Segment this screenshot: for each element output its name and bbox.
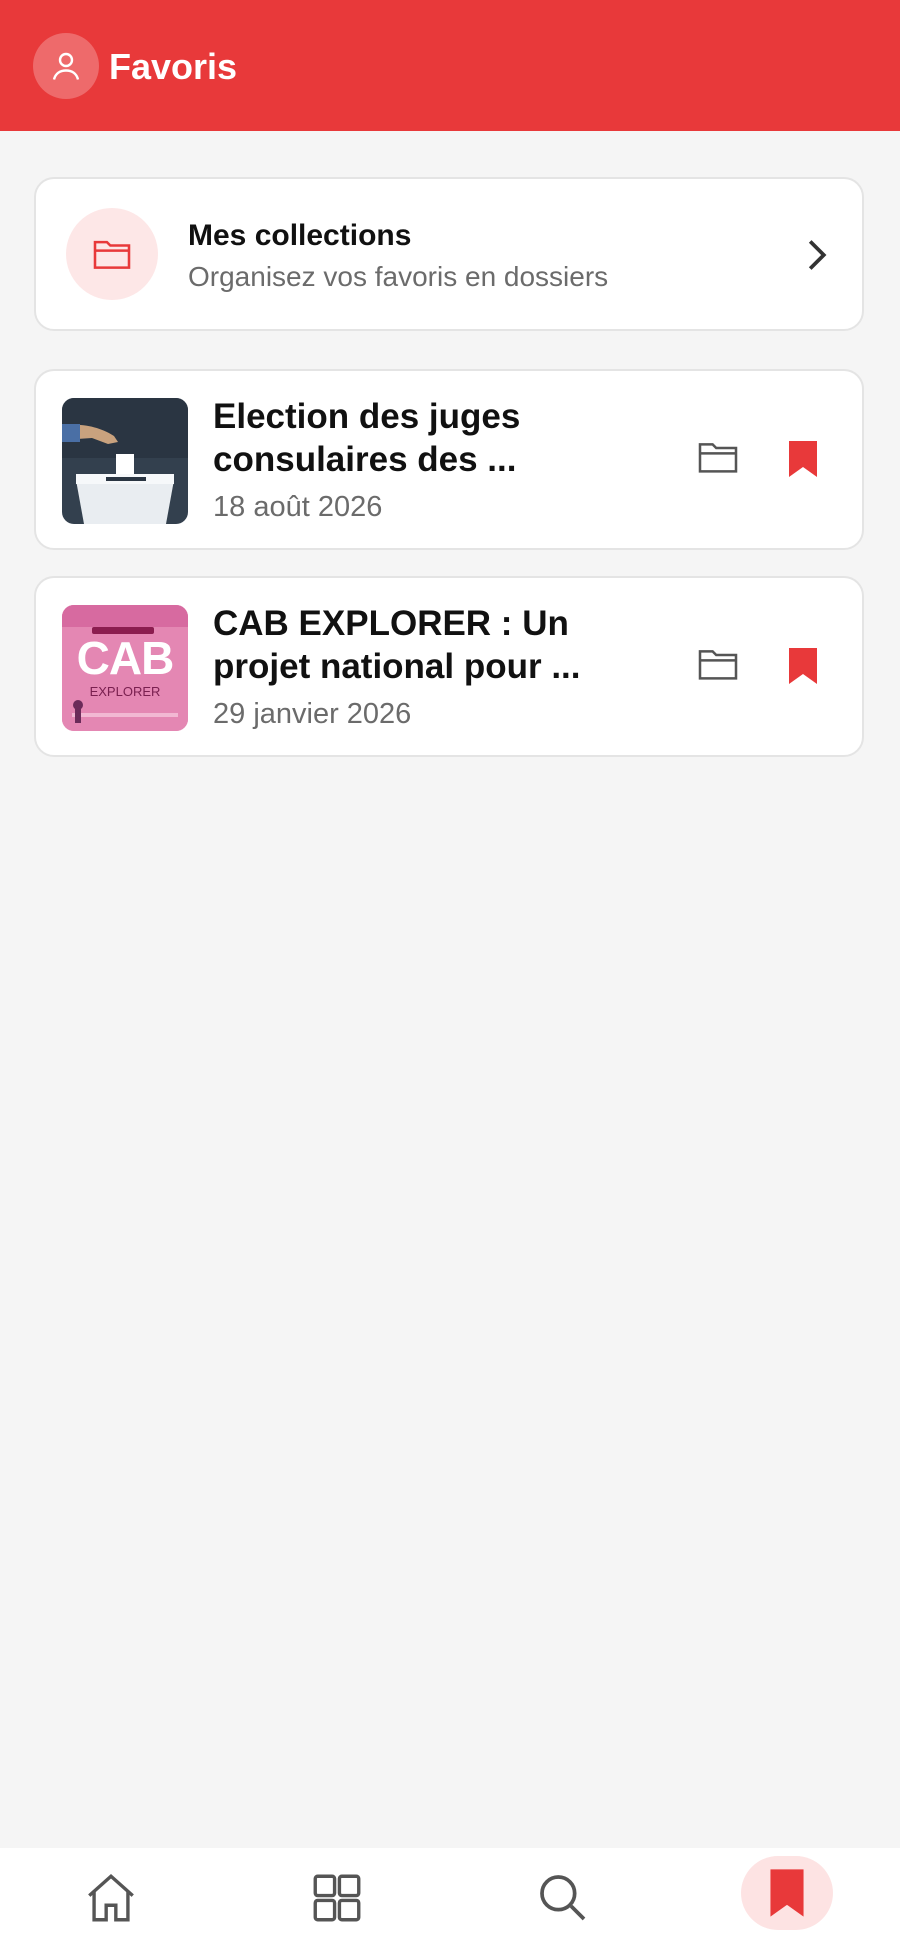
bookmark-icon: [770, 1869, 804, 1917]
collections-card[interactable]: Mes collections Organisez vos favoris en…: [34, 177, 864, 331]
favorite-article-card[interactable]: CAB EXPLORER CAB EXPLORER : Un projet na…: [34, 576, 864, 757]
article-thumbnail: [62, 398, 188, 524]
article-title: Election des juges consulaires des ...: [213, 397, 521, 479]
bottom-navigation: [0, 1848, 900, 1951]
user-icon: [52, 52, 80, 80]
favorite-article-card[interactable]: Election des juges consulaires des ... 1…: [34, 369, 864, 550]
app-header: Favoris: [0, 0, 900, 131]
thumb-explorer-text: EXPLORER: [89, 684, 161, 699]
nav-search[interactable]: [518, 1858, 608, 1938]
home-icon: [88, 1873, 134, 1922]
profile-button[interactable]: [33, 33, 99, 99]
folder-icon: [93, 240, 131, 269]
article-date: 29 janvier 2026: [213, 698, 412, 730]
nav-home[interactable]: [66, 1858, 156, 1938]
search-icon: [540, 1875, 586, 1921]
add-to-collection-button[interactable]: [696, 439, 740, 480]
folder-icon: [698, 443, 738, 473]
article-title: CAB EXPLORER : Un projet national pour .…: [213, 604, 581, 686]
remove-bookmark-button[interactable]: [787, 646, 819, 691]
thumb-cab-text: CAB: [76, 632, 175, 684]
bookmark-icon: [789, 441, 817, 477]
bookmark-icon: [789, 648, 817, 684]
article-thumbnail: CAB EXPLORER: [62, 605, 188, 731]
folder-icon: [698, 650, 738, 680]
article-date: 18 août 2026: [213, 491, 383, 523]
collections-title: Mes collections: [188, 219, 412, 252]
grid-icon: [313, 1874, 361, 1922]
add-to-collection-button[interactable]: [696, 646, 740, 687]
remove-bookmark-button[interactable]: [787, 439, 819, 484]
nav-favorites[interactable]: [741, 1856, 833, 1930]
collections-subtitle: Organisez vos favoris en dossiers: [188, 261, 609, 292]
collections-icon-wrap: [66, 208, 158, 300]
chevron-right-icon: [808, 240, 827, 270]
page-title: Favoris: [109, 46, 238, 87]
nav-categories[interactable]: [292, 1858, 382, 1938]
